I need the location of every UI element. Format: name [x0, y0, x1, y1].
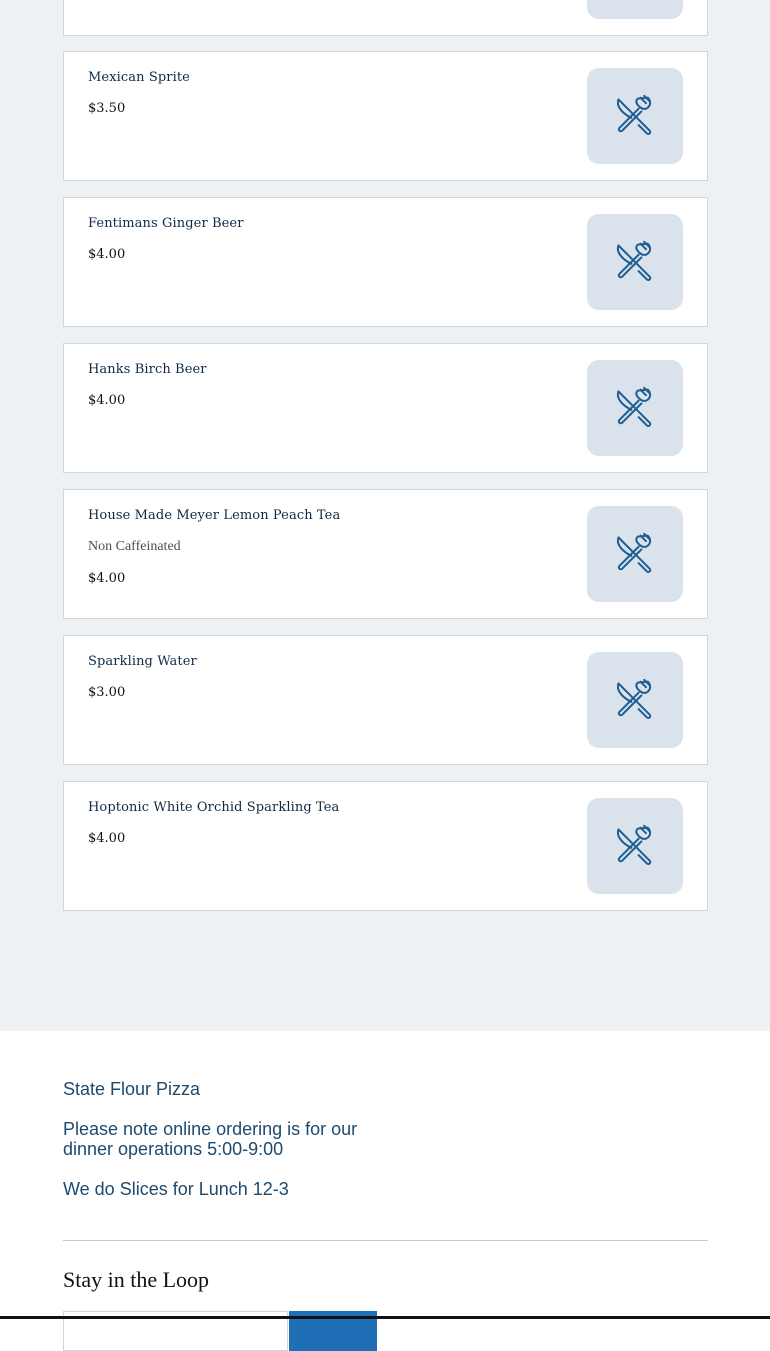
- menu-item-image: [587, 360, 683, 456]
- newsletter-title: Stay in the Loop: [63, 1267, 210, 1292]
- site-footer: State Flour Pizza Please note online ord…: [0, 1031, 770, 1351]
- menu-item-name: House Made Meyer Lemon Peach Tea: [88, 508, 341, 523]
- menu-item-card[interactable]: Hanks Birch Beer $4.00: [63, 343, 708, 473]
- menu-item-price: $4.00: [88, 571, 126, 586]
- menu-item-card[interactable]: House Made Meyer Lemon Peach Tea Non Caf…: [63, 489, 708, 619]
- menu-item-name: Mexican Sprite: [88, 70, 190, 85]
- menu-item-image: [587, 68, 683, 164]
- menu-item-image: [587, 652, 683, 748]
- menu-item-price: $3.00: [88, 685, 126, 700]
- menu-item-price: $4.00: [88, 247, 126, 262]
- menu-item-image: [587, 798, 683, 894]
- menu-item-description: Non Caffeinated: [88, 539, 181, 554]
- menu-item-image: [587, 0, 683, 19]
- menu-item-price: $3.50: [88, 101, 126, 116]
- menu-item-price: $4.00: [88, 393, 126, 408]
- menu-item-card[interactable]: Sparkling Water $3.00: [63, 635, 708, 765]
- ordering-note-line2: dinner operations 5:00-9:00: [63, 1139, 284, 1159]
- ordering-note-line1: Please note online ordering is for our: [63, 1119, 358, 1139]
- utensils-icon: [613, 240, 657, 284]
- utensils-icon: [613, 94, 657, 138]
- menu-item-price: $4.00: [88, 831, 126, 846]
- menu-item-name: Hoptonic White Orchid Sparkling Tea: [88, 800, 340, 815]
- menu-item-name: Sparkling Water: [88, 654, 197, 669]
- utensils-icon: [613, 824, 657, 868]
- menu-item-name: Fentimans Ginger Beer: [88, 216, 244, 231]
- menu-list: Mexican Sprite $3.50 Fentimans Ginger Be…: [0, 0, 770, 1031]
- menu-item-image: [587, 214, 683, 310]
- menu-item-card[interactable]: [63, 0, 708, 36]
- utensils-icon: [613, 386, 657, 430]
- menu-item-image: [587, 506, 683, 602]
- lunch-note: We do Slices for Lunch 12-3: [63, 1179, 289, 1199]
- menu-item-name: Hanks Birch Beer: [88, 362, 207, 377]
- menu-item-card[interactable]: Mexican Sprite $3.50: [63, 51, 708, 181]
- footer-divider: [63, 1240, 708, 1241]
- menu-item-card[interactable]: Hoptonic White Orchid Sparkling Tea $4.0…: [63, 781, 708, 911]
- utensils-icon: [613, 678, 657, 722]
- utensils-icon: [613, 532, 657, 576]
- restaurant-name: State Flour Pizza: [63, 1079, 201, 1099]
- menu-item-card[interactable]: Fentimans Ginger Beer $4.00: [63, 197, 708, 327]
